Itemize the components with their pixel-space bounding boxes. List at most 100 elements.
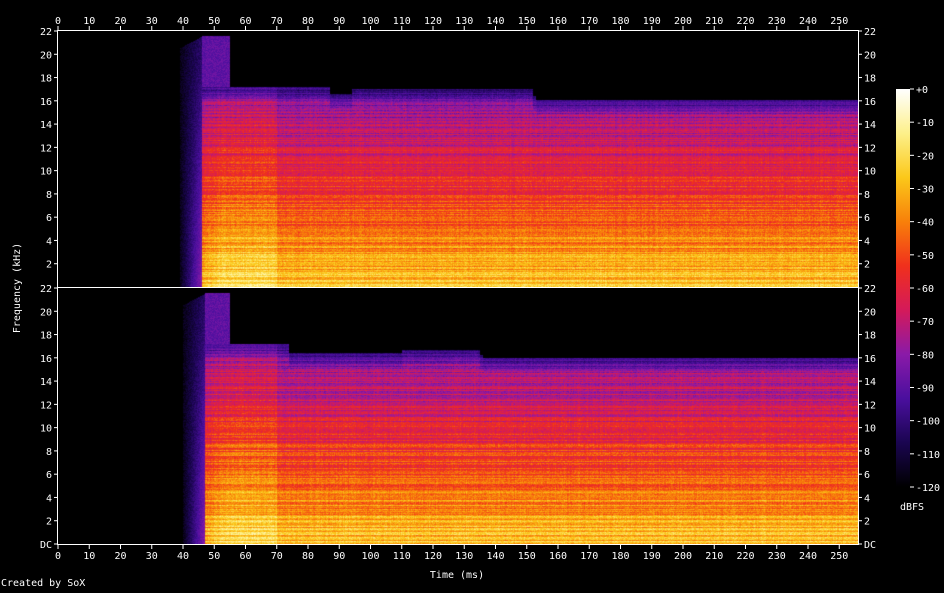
x-tick-label-bottom: 220 xyxy=(736,551,754,562)
x-tick-label-top: 60 xyxy=(239,16,251,27)
y-tick-label-right: 12 xyxy=(864,143,876,154)
colorbar-tick-label: -100 xyxy=(916,417,940,428)
y-tick-label-left: 8 xyxy=(46,447,52,458)
spectrogram-figure: 0 0 10 10 20 20 30 30 40 40 50 50 60 60 70 70 80 80 90 90 10… xyxy=(12,16,940,581)
x-tick-label-top: 230 xyxy=(768,16,786,27)
x-tick-label-top: 150 xyxy=(518,16,536,27)
y-axis-label: Frequency (kHz) xyxy=(12,243,23,333)
x-tick-label-bottom: 180 xyxy=(611,551,629,562)
colorbar-tick-label: -10 xyxy=(916,118,934,129)
x-tick-label-bottom: 60 xyxy=(239,551,251,562)
colorbar-ticks: +0 -10 -20 -30 -40 -50 -60 -70 -80 -90 -100 -110 -12… xyxy=(910,85,940,494)
y-tick-label-left: DC xyxy=(40,540,52,551)
x-tick-label-bottom: 240 xyxy=(799,551,817,562)
y-tick-label-right: 20 xyxy=(864,50,876,61)
y-tick-label-right: 4 xyxy=(864,236,870,247)
y-tick-label-right: 14 xyxy=(864,120,876,131)
y-tick-label-right: DC xyxy=(864,540,876,551)
colorbar-tick-label: -110 xyxy=(916,450,940,461)
y-tick-label-left: 10 xyxy=(40,424,52,435)
x-tick-label-top: 200 xyxy=(674,16,692,27)
y-tick-label-left: 6 xyxy=(46,470,52,481)
y-tick-label-right: 2 xyxy=(864,260,870,271)
x-tick-label-top: 70 xyxy=(271,16,283,27)
y-tick-label-left: 10 xyxy=(40,167,52,178)
y-tick-label-left: 18 xyxy=(40,331,52,342)
x-tick-label-bottom: 250 xyxy=(830,551,848,562)
y-tick-label-left: 16 xyxy=(40,354,52,365)
x-tick-label-top: 180 xyxy=(611,16,629,27)
colorbar xyxy=(896,89,910,487)
colorbar-tick-label: -30 xyxy=(916,185,934,196)
y-tick-label-left: 20 xyxy=(40,307,52,318)
y-tick-label-right: 22 xyxy=(864,27,876,38)
x-tick-label-top: 10 xyxy=(83,16,95,27)
x-tick-label-top: 0 xyxy=(55,16,61,27)
colorbar-label: dBFS xyxy=(900,502,924,513)
colorbar-tick-label: -90 xyxy=(916,384,934,395)
x-tick-label-bottom: 190 xyxy=(643,551,661,562)
x-tick-label-bottom: 170 xyxy=(580,551,598,562)
y-tick-label-right: 12 xyxy=(864,400,876,411)
x-tick-label-bottom: 120 xyxy=(424,551,442,562)
y-tick-label-left: 14 xyxy=(40,377,52,388)
x-tick-label-bottom: 0 xyxy=(55,551,61,562)
x-tick-label-top: 170 xyxy=(580,16,598,27)
x-tick-label-bottom: 100 xyxy=(361,551,379,562)
x-tick-label-bottom: 70 xyxy=(271,551,283,562)
x-tick-label-bottom: 40 xyxy=(177,551,189,562)
x-tick-label-top: 240 xyxy=(799,16,817,27)
x-tick-label-top: 250 xyxy=(830,16,848,27)
y-tick-label-right: 18 xyxy=(864,331,876,342)
y-tick-label-left: 2 xyxy=(46,517,52,528)
x-tick-label-bottom: 160 xyxy=(549,551,567,562)
y-tick-label-left: 8 xyxy=(46,190,52,201)
x-tick-label-top: 140 xyxy=(486,16,504,27)
y-tick-label-left: 12 xyxy=(40,400,52,411)
y-tick-label-right: 16 xyxy=(864,354,876,365)
y-tick-label-right: 16 xyxy=(864,97,876,108)
colorbar-tick-label: -70 xyxy=(916,317,934,328)
y-tick-label-right: 4 xyxy=(864,493,870,504)
y-tick-label-left: 12 xyxy=(40,143,52,154)
y-tick-label-left: 4 xyxy=(46,236,52,247)
y-tick-label-left: 2 xyxy=(46,260,52,271)
colorbar-tick-label: +0 xyxy=(916,85,928,96)
y-tick-label-right: 6 xyxy=(864,470,870,481)
colorbar-tick-label: -80 xyxy=(916,350,934,361)
y-tick-label-left: 6 xyxy=(46,213,52,224)
x-tick-label-bottom: 130 xyxy=(455,551,473,562)
colorbar-tick-label: -120 xyxy=(916,483,940,494)
y-tick-label-left: 22 xyxy=(40,284,52,295)
colorbar-tick-label: -60 xyxy=(916,284,934,295)
x-tick-label-bottom: 50 xyxy=(208,551,220,562)
x-tick-label-bottom: 80 xyxy=(302,551,314,562)
x-tick-label-bottom: 30 xyxy=(146,551,158,562)
y-tick-label-left: 18 xyxy=(40,74,52,85)
x-tick-label-top: 210 xyxy=(705,16,723,27)
colorbar-tick-label: -20 xyxy=(916,151,934,162)
x-tick-label-bottom: 140 xyxy=(486,551,504,562)
y-tick-label-right: 10 xyxy=(864,167,876,178)
x-tick-label-bottom: 110 xyxy=(393,551,411,562)
x-tick-label-top: 50 xyxy=(208,16,220,27)
x-tick-label-top: 40 xyxy=(177,16,189,27)
y-tick-label-right: 14 xyxy=(864,377,876,388)
x-tick-label-bottom: 90 xyxy=(333,551,345,562)
x-tick-label-top: 100 xyxy=(361,16,379,27)
x-tick-label-bottom: 230 xyxy=(768,551,786,562)
x-tick-label-top: 80 xyxy=(302,16,314,27)
x-tick-label-top: 160 xyxy=(549,16,567,27)
x-tick-label-bottom: 210 xyxy=(705,551,723,562)
y-tick-label-right: 2 xyxy=(864,517,870,528)
colorbar-tick-label: -40 xyxy=(916,218,934,229)
spectrogram-channel-2 xyxy=(58,288,858,544)
spectrogram-channel-1 xyxy=(58,31,858,287)
x-tick-label-bottom: 150 xyxy=(518,551,536,562)
y-tick-label-left: 4 xyxy=(46,493,52,504)
y-tick-label-right: 18 xyxy=(864,74,876,85)
x-tick-label-bottom: 200 xyxy=(674,551,692,562)
y-tick-label-left: 20 xyxy=(40,50,52,61)
x-tick-label-top: 130 xyxy=(455,16,473,27)
x-tick-label-top: 220 xyxy=(736,16,754,27)
